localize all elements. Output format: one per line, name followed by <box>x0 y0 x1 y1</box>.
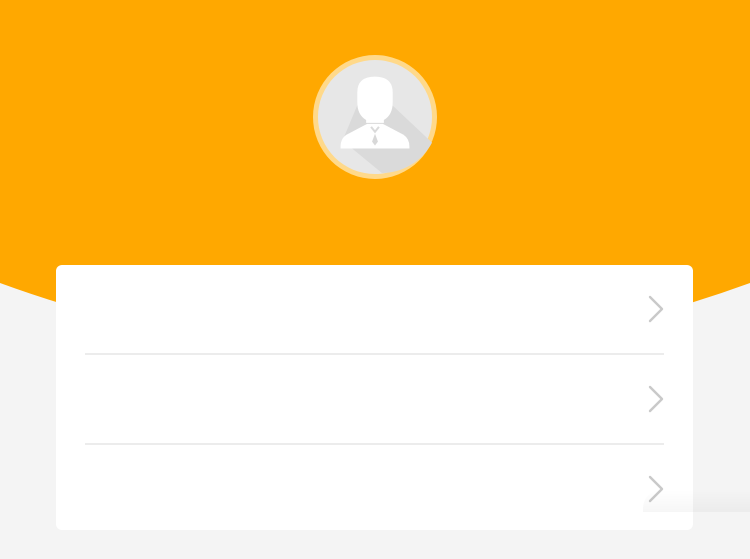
chevron-right-icon <box>648 385 664 413</box>
user-avatar-placeholder-icon <box>317 59 433 175</box>
menu-item-3[interactable] <box>85 443 664 530</box>
chevron-right-icon <box>648 295 664 323</box>
menu-card <box>56 265 693 530</box>
menu-item-2[interactable] <box>85 353 664 443</box>
profile-avatar[interactable] <box>313 55 437 179</box>
menu-item-1[interactable] <box>85 265 664 353</box>
chevron-right-icon <box>648 475 664 503</box>
